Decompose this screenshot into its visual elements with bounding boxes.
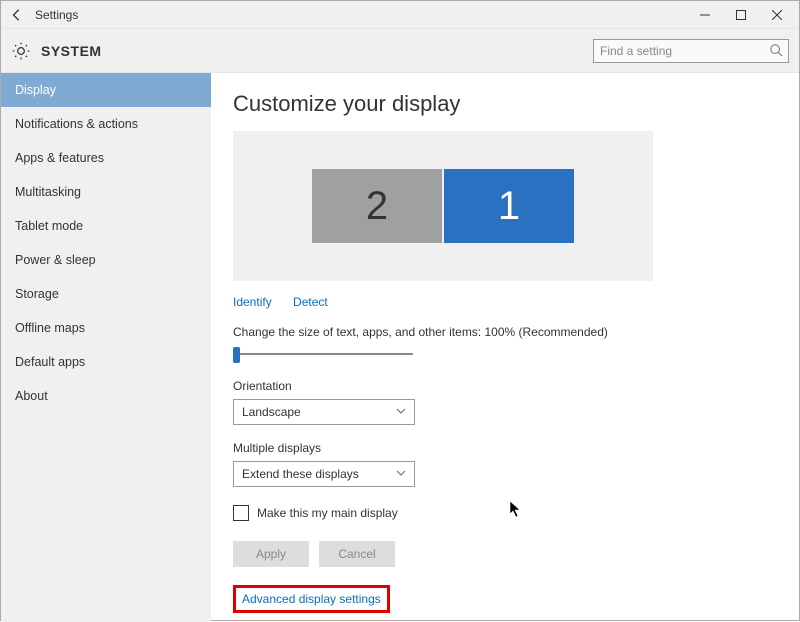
orientation-value: Landscape [242, 405, 301, 419]
sidebar-item-offline-maps[interactable]: Offline maps [1, 311, 211, 345]
scale-slider[interactable] [233, 345, 413, 363]
slider-thumb[interactable] [233, 347, 240, 363]
titlebar: Settings [1, 1, 799, 29]
gear-icon [11, 41, 31, 61]
monitor-arrangement-panel[interactable]: 2 1 [233, 131, 653, 281]
header: SYSTEM [1, 29, 799, 73]
search-input[interactable] [593, 39, 789, 63]
advanced-link-highlight: Advanced display settings [233, 585, 390, 613]
back-button[interactable] [5, 3, 29, 27]
back-arrow-icon [10, 8, 24, 22]
minimize-button[interactable] [687, 1, 723, 29]
sidebar-item-display[interactable]: Display [1, 73, 211, 107]
section-title: SYSTEM [41, 43, 102, 59]
search-icon [769, 43, 783, 60]
slider-track [233, 353, 413, 355]
sidebar-item-default-apps[interactable]: Default apps [1, 345, 211, 379]
sidebar-item-power-sleep[interactable]: Power & sleep [1, 243, 211, 277]
multiple-displays-label: Multiple displays [233, 441, 777, 455]
page-title: Customize your display [233, 91, 777, 117]
sidebar-item-label: Default apps [15, 355, 85, 369]
main-display-checkbox-row: Make this my main display [233, 505, 777, 521]
multiple-displays-value: Extend these displays [242, 467, 359, 481]
scale-label: Change the size of text, apps, and other… [233, 325, 777, 339]
sidebar-item-label: Apps & features [15, 151, 104, 165]
close-button[interactable] [759, 1, 795, 29]
sidebar-item-apps[interactable]: Apps & features [1, 141, 211, 175]
detect-link[interactable]: Detect [293, 295, 328, 309]
advanced-display-settings-link[interactable]: Advanced display settings [242, 592, 381, 606]
sidebar-item-label: Power & sleep [15, 253, 96, 267]
search-container [593, 39, 789, 63]
content: Customize your display 2 1 Identify Dete… [211, 73, 799, 622]
minimize-icon [700, 10, 710, 20]
window-controls [687, 1, 795, 29]
monitor-label: 2 [366, 184, 388, 229]
main-display-checkbox-label: Make this my main display [257, 506, 398, 520]
window-title: Settings [35, 8, 78, 22]
orientation-select[interactable]: Landscape [233, 399, 415, 425]
sidebar-item-label: Offline maps [15, 321, 85, 335]
sidebar-item-multitasking[interactable]: Multitasking [1, 175, 211, 209]
maximize-icon [736, 10, 746, 20]
monitor-actions: Identify Detect [233, 295, 777, 309]
sidebar-item-notifications[interactable]: Notifications & actions [1, 107, 211, 141]
maximize-button[interactable] [723, 1, 759, 29]
apply-button[interactable]: Apply [233, 541, 309, 567]
cancel-button[interactable]: Cancel [319, 541, 395, 567]
sidebar-item-label: Display [15, 83, 56, 97]
multiple-displays-select[interactable]: Extend these displays [233, 461, 415, 487]
sidebar-item-about[interactable]: About [1, 379, 211, 413]
chevron-down-icon [396, 467, 406, 481]
sidebar-item-storage[interactable]: Storage [1, 277, 211, 311]
sidebar-item-label: Multitasking [15, 185, 81, 199]
sidebar-item-label: About [15, 389, 48, 403]
sidebar-item-label: Storage [15, 287, 59, 301]
identify-link[interactable]: Identify [233, 295, 272, 309]
orientation-label: Orientation [233, 379, 777, 393]
chevron-down-icon [396, 405, 406, 419]
sidebar-item-label: Tablet mode [15, 219, 83, 233]
sidebar: Display Notifications & actions Apps & f… [1, 73, 211, 622]
sidebar-item-label: Notifications & actions [15, 117, 138, 131]
monitor-1[interactable]: 1 [444, 169, 574, 243]
main-display-checkbox[interactable] [233, 505, 249, 521]
monitor-2[interactable]: 2 [312, 169, 442, 243]
close-icon [772, 10, 782, 20]
apply-cancel-row: Apply Cancel [233, 541, 777, 567]
sidebar-item-tablet-mode[interactable]: Tablet mode [1, 209, 211, 243]
monitor-label: 1 [498, 184, 520, 229]
